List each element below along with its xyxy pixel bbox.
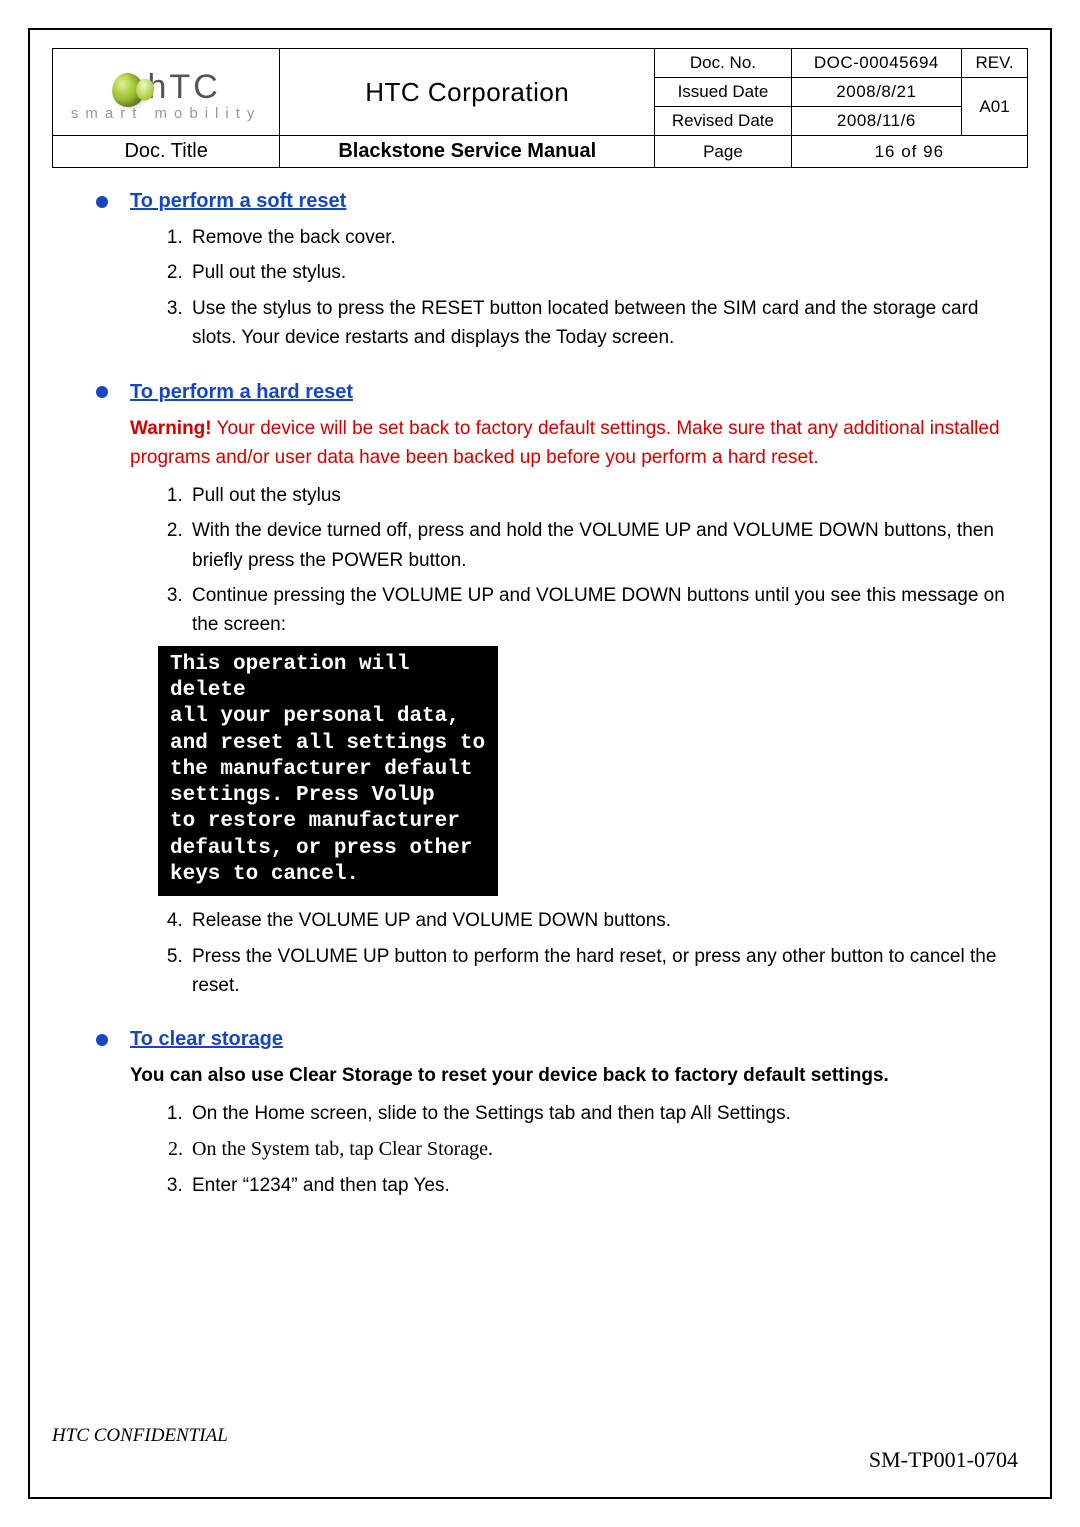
content-area: To perform a soft reset Remove the back … <box>52 168 1028 1201</box>
logo-cell: hTC smart mobility <box>53 49 280 136</box>
hard-step-4: Release the VOLUME UP and VOLUME DOWN bu… <box>188 906 1010 935</box>
soft-step-2: Pull out the stylus. <box>188 258 1010 287</box>
section-hard-reset: To perform a hard reset Warning! Your de… <box>100 377 1016 1001</box>
hard-reset-title: To perform a hard reset <box>130 377 353 408</box>
clear-step-2: On the System tab, tap Clear Storage. <box>188 1134 1010 1165</box>
hard-step-2: With the device turned off, press and ho… <box>188 516 1010 575</box>
hard-reset-steps: Pull out the stylus With the device turn… <box>188 481 1016 640</box>
header-table: hTC smart mobility HTC Corporation Doc. … <box>52 48 1028 168</box>
soft-reset-title: To perform a soft reset <box>130 186 346 217</box>
hard-reset-steps-cont: Release the VOLUME UP and VOLUME DOWN bu… <box>188 906 1016 1000</box>
section-clear-storage: To clear storage You can also use Clear … <box>100 1024 1016 1200</box>
hard-step-3: Continue pressing the VOLUME UP and VOLU… <box>188 581 1010 640</box>
corp-name: HTC Corporation <box>280 49 655 136</box>
doc-title: Blackstone Service Manual <box>280 136 655 168</box>
soft-step-1: Remove the back cover. <box>188 223 1010 252</box>
soft-reset-steps: Remove the back cover. Pull out the styl… <box>188 223 1016 353</box>
issued-value: 2008/8/21 <box>791 78 961 107</box>
hard-step-1: Pull out the stylus <box>188 481 1010 510</box>
soft-step-3: Use the stylus to press the RESET button… <box>188 294 1010 353</box>
footer-doc-code: SM-TP001-0704 <box>869 1447 1018 1473</box>
device-screen-message: This operation will delete all your pers… <box>158 646 498 896</box>
bullet-icon <box>96 386 108 398</box>
doc-title-label: Doc. Title <box>53 136 280 168</box>
page-frame: hTC smart mobility HTC Corporation Doc. … <box>28 28 1052 1499</box>
bullet-icon <box>96 1034 108 1046</box>
clear-storage-note: You can also use Clear Storage to reset … <box>130 1061 1016 1090</box>
clear-storage-steps: On the Home screen, slide to the Setting… <box>188 1099 1016 1201</box>
issued-label: Issued Date <box>655 78 791 107</box>
rev-value: A01 <box>962 78 1028 136</box>
leaf-icon <box>109 70 145 108</box>
logo-text: hTC <box>148 68 221 107</box>
docno-label: Doc. No. <box>655 49 791 78</box>
hard-step-5: Press the VOLUME UP button to perform th… <box>188 942 1010 1001</box>
bullet-icon <box>96 196 108 208</box>
clear-storage-title: To clear storage <box>130 1024 283 1055</box>
rev-label: REV. <box>962 49 1028 78</box>
htc-logo: hTC smart mobility <box>55 63 277 122</box>
section-soft-reset: To perform a soft reset Remove the back … <box>100 186 1016 353</box>
clear-step-1: On the Home screen, slide to the Setting… <box>188 1099 1010 1128</box>
revised-value: 2008/11/6 <box>791 107 961 136</box>
logo-tagline: smart mobility <box>71 105 262 122</box>
clear-step-3: Enter “1234” and then tap Yes. <box>188 1171 1010 1200</box>
footer-confidential: HTC CONFIDENTIAL <box>52 1425 228 1447</box>
docno-value: DOC-00045694 <box>791 49 961 78</box>
warning-text: Your device will be set back to factory … <box>130 418 1000 468</box>
warning-label: Warning! <box>130 418 212 439</box>
hard-reset-warning: Warning! Your device will be set back to… <box>130 414 1016 473</box>
page-value: 16 of 96 <box>791 136 1027 168</box>
revised-label: Revised Date <box>655 107 791 136</box>
page-label: Page <box>655 136 791 168</box>
